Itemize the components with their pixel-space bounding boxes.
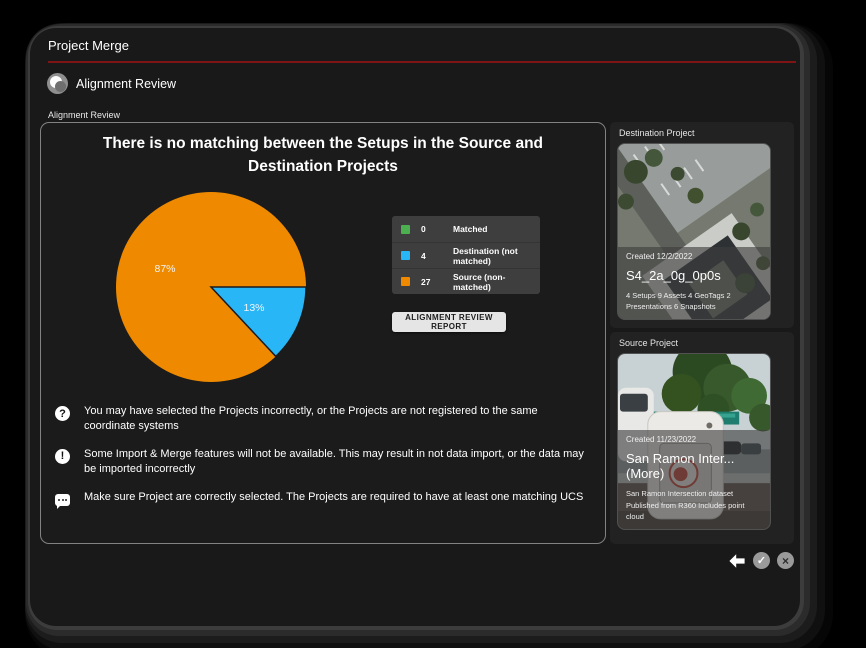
panel-label: Alignment Review — [48, 110, 120, 120]
message-help: ? You may have selected the Projects inc… — [55, 404, 589, 435]
section-title: Alignment Review — [76, 77, 176, 91]
back-arrow-icon[interactable] — [728, 553, 746, 569]
pie-label-13: 13% — [243, 302, 264, 314]
message-warning-text: Some Import & Merge features will not be… — [84, 447, 589, 478]
source-label: Source (non-matched) — [453, 272, 540, 292]
source-card-overlay: Created 11/23/2022 San Ramon Inter... (M… — [618, 430, 770, 529]
section-header: Alignment Review — [47, 73, 176, 94]
source-count: 27 — [421, 277, 453, 287]
close-icon[interactable]: × — [777, 552, 794, 569]
pie-legend: 0 Matched 4 Destination (not matched) 27… — [392, 216, 540, 294]
destination-label: Destination (not matched) — [453, 246, 540, 266]
legend-row-source: 27 Source (non-matched) — [392, 268, 540, 294]
destination-color-swatch — [401, 251, 410, 260]
alert-icon: ! — [55, 449, 71, 464]
destination-meta: 4 Setups 9 Assets 4 GeoTags 2 Presentati… — [626, 290, 762, 313]
destination-card-overlay: Created 12/2/2022 S4_2a_0g_0p0s 4 Setups… — [618, 247, 770, 320]
matched-label: Matched — [453, 224, 540, 234]
source-name[interactable]: San Ramon Inter... (More) — [626, 451, 762, 481]
alignment-review-panel: There is no matching between the Setups … — [40, 122, 606, 544]
matched-color-swatch — [401, 225, 410, 234]
source-meta: San Ramon Intersection dataset Published… — [626, 488, 762, 522]
source-project-card[interactable]: Created 11/23/2022 San Ramon Inter... (M… — [617, 353, 771, 530]
message-help-text: You may have selected the Projects incor… — [84, 404, 589, 435]
message-list: ? You may have selected the Projects inc… — [55, 404, 589, 518]
legend-row-destination: 4 Destination (not matched) — [392, 242, 540, 268]
destination-name: S4_2a_0g_0p0s — [626, 268, 762, 283]
footer-actions: ✓ × — [728, 552, 794, 569]
comment-icon — [55, 492, 71, 506]
legend-row-matched: 0 Matched — [392, 216, 540, 242]
dialog-title: Project Merge — [48, 38, 129, 53]
merge-circles-icon — [47, 73, 68, 94]
source-created: Created 11/23/2022 — [626, 435, 762, 444]
source-project-panel: Source Project — [610, 332, 794, 544]
destination-project-panel: Destination Project — [610, 122, 794, 328]
source-color-swatch — [401, 277, 410, 286]
title-divider — [48, 61, 796, 63]
message-advice: Make sure Project are correctly selected… — [55, 490, 589, 506]
message-warning: ! Some Import & Merge features will not … — [55, 447, 589, 478]
alignment-review-report-button[interactable]: ALIGNMENT REVIEW REPORT — [392, 312, 506, 332]
pie-label-87: 87% — [154, 263, 175, 275]
destination-project-card[interactable]: Created 12/2/2022 S4_2a_0g_0p0s 4 Setups… — [617, 143, 771, 320]
matched-count: 0 — [421, 224, 453, 234]
message-advice-text: Make sure Project are correctly selected… — [84, 490, 583, 505]
destination-project-label: Destination Project — [610, 122, 794, 142]
source-project-label: Source Project — [610, 332, 794, 352]
alert-title: There is no matching between the Setups … — [64, 132, 583, 179]
destination-count: 4 — [421, 251, 453, 261]
help-icon: ? — [55, 406, 71, 421]
destination-created: Created 12/2/2022 — [626, 252, 762, 261]
setup-match-pie-chart: 87% 13% — [111, 187, 311, 387]
confirm-icon[interactable]: ✓ — [753, 552, 770, 569]
project-merge-dialog: Project Merge Alignment Review Alignment… — [30, 28, 800, 626]
